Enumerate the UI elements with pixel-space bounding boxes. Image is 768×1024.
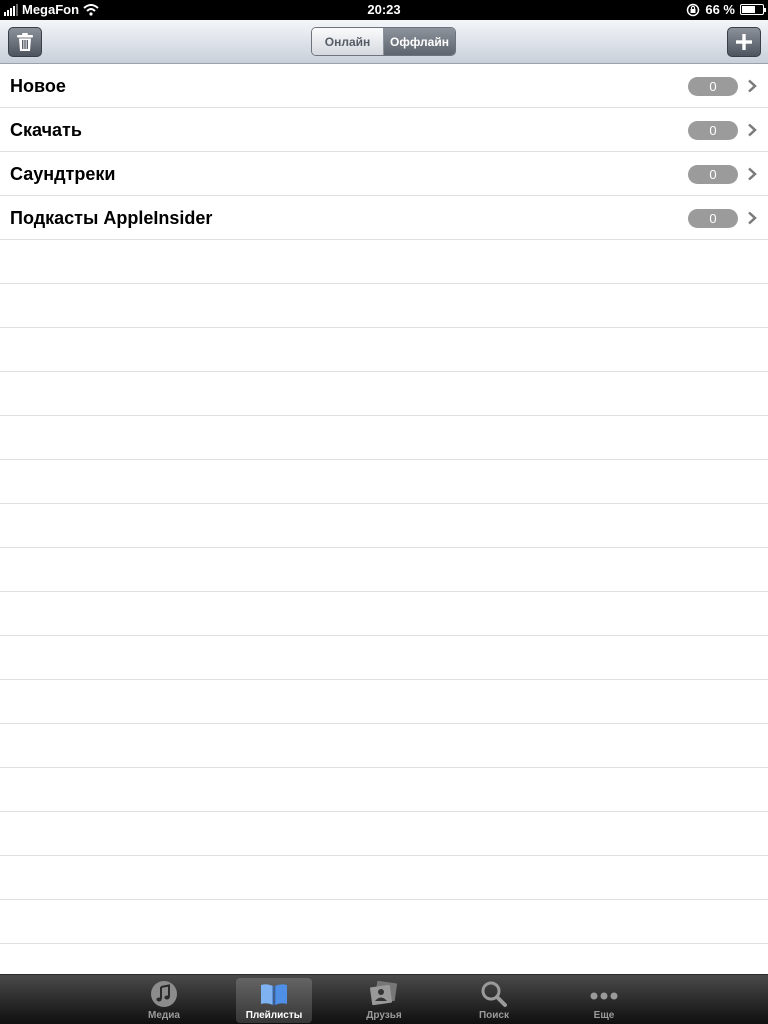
empty-row	[0, 944, 768, 974]
playlist-name: Новое	[10, 76, 66, 96]
music-note-icon	[151, 981, 177, 1007]
empty-row	[0, 812, 768, 856]
status-right: 66 %	[686, 2, 766, 17]
online-offline-segmented-control: Онлайн Оффлайн	[311, 27, 456, 56]
battery-icon	[740, 4, 766, 15]
playlist-list: Новое 0 Скачать 0 Саундтреки 0 Подкасты …	[0, 64, 768, 974]
empty-row	[0, 768, 768, 812]
navigation-toolbar: Онлайн Оффлайн	[0, 20, 768, 64]
tab-label: Поиск	[478, 1010, 509, 1021]
friends-photo-icon	[369, 980, 398, 1006]
tab-label: Еще	[593, 1010, 615, 1021]
add-button[interactable]	[727, 27, 761, 57]
battery-percent: 66 %	[705, 2, 735, 17]
tab-playlists[interactable]: Плейлисты	[236, 978, 312, 1023]
count-badge: 0	[688, 121, 738, 140]
empty-row	[0, 592, 768, 636]
segment-online[interactable]: Онлайн	[312, 28, 384, 55]
empty-rows	[0, 240, 768, 974]
book-icon	[261, 984, 287, 1005]
tab-bar: Медиа Плейлисты Друзья Поиск Еще	[0, 974, 768, 1024]
empty-row	[0, 328, 768, 372]
empty-row	[0, 856, 768, 900]
more-dots-icon	[590, 992, 618, 1000]
tab-label: Друзья	[366, 1010, 402, 1021]
segment-offline[interactable]: Оффлайн	[384, 28, 455, 55]
status-bar: MegaFon 20:23 66 %	[0, 0, 768, 20]
empty-row	[0, 416, 768, 460]
chevron-right-icon	[748, 167, 757, 181]
empty-row	[0, 460, 768, 504]
tab-search[interactable]: Поиск	[456, 978, 532, 1023]
empty-row	[0, 724, 768, 768]
empty-row	[0, 636, 768, 680]
chevron-right-icon	[748, 211, 757, 225]
playlist-name: Саундтреки	[10, 164, 116, 184]
chevron-right-icon	[748, 123, 757, 137]
list-item[interactable]: Скачать 0	[0, 108, 768, 152]
empty-row	[0, 900, 768, 944]
rotation-lock-icon	[687, 3, 700, 16]
playlist-name: Подкасты AppleInsider	[10, 208, 213, 228]
empty-row	[0, 284, 768, 328]
list-item[interactable]: Новое 0	[0, 64, 768, 108]
tab-label: Медиа	[148, 1010, 180, 1021]
empty-row	[0, 680, 768, 724]
status-time: 20:23	[367, 2, 401, 17]
count-badge: 0	[688, 165, 738, 184]
list-item[interactable]: Саундтреки 0	[0, 152, 768, 196]
tab-friends[interactable]: Друзья	[346, 978, 422, 1023]
tab-more[interactable]: Еще	[566, 978, 642, 1023]
empty-row	[0, 240, 768, 284]
count-badge: 0	[688, 77, 738, 96]
battery-fill	[742, 6, 755, 13]
delete-button[interactable]	[8, 27, 42, 57]
count-badge: 0	[688, 209, 738, 228]
chevron-right-icon	[748, 79, 757, 93]
tab-media[interactable]: Медиа	[126, 978, 202, 1023]
empty-row	[0, 372, 768, 416]
tab-label: Плейлисты	[245, 1010, 303, 1021]
empty-row	[0, 504, 768, 548]
plus-icon	[736, 34, 752, 50]
trash-icon	[17, 33, 33, 51]
playlist-name: Скачать	[10, 120, 82, 140]
search-icon	[481, 981, 507, 1007]
empty-row	[0, 548, 768, 592]
list-item[interactable]: Подкасты AppleInsider 0	[0, 196, 768, 240]
